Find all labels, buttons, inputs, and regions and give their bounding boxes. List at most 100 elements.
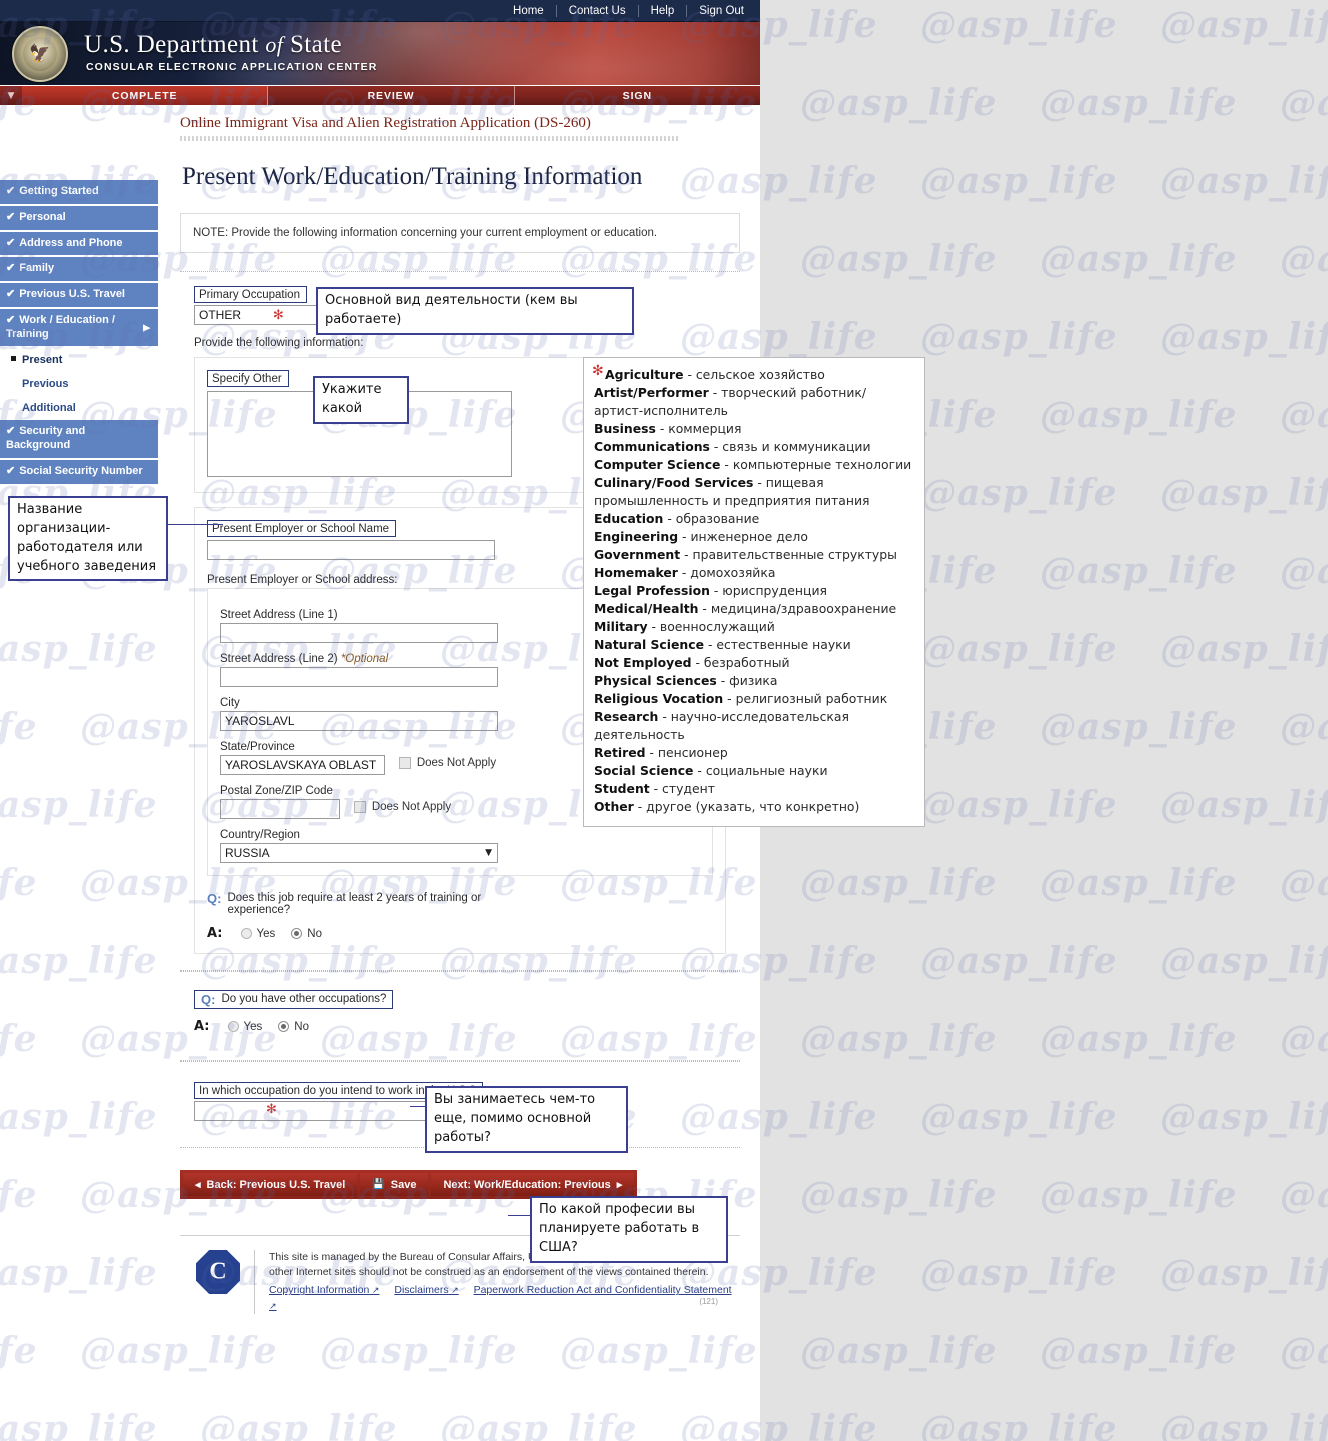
employer-name-input[interactable] xyxy=(207,540,495,560)
step-review[interactable]: REVIEW xyxy=(268,86,515,105)
legend-item: Artist/Performer - творческий работник/а… xyxy=(594,384,914,420)
other-occ-radio-yes[interactable]: Yes xyxy=(227,1021,262,1033)
legend-term: Religious Vocation xyxy=(594,690,724,706)
link-copyright-information[interactable]: Copyright Information xyxy=(269,1284,379,1296)
city-input[interactable] xyxy=(220,711,498,731)
legend-translation: - медицина/здравоохранение xyxy=(702,600,897,616)
legend-term: Business xyxy=(594,420,656,436)
checkbox-icon[interactable] xyxy=(398,757,411,769)
document-title: Online Immigrant Visa and Alien Registra… xyxy=(180,115,591,131)
legend-item: Medical/Health - медицина/здравоохранени… xyxy=(594,600,914,618)
required-asterisk-icon: ✻ xyxy=(592,363,604,379)
right-arrow-icon: ▸ xyxy=(616,1179,623,1191)
legend-item: Agriculture - сельское хозяйство xyxy=(594,366,914,384)
street2-label: Street Address (Line 2) xyxy=(220,653,338,665)
radio-icon[interactable] xyxy=(227,1021,239,1032)
sidebar-item-social-security-number[interactable]: ✔ Social Security Number xyxy=(0,459,158,484)
sidebar-subitem-previous[interactable]: Previous xyxy=(0,372,158,397)
check-icon: ✔ xyxy=(6,210,16,223)
left-arrow-icon: ◂ xyxy=(195,1179,201,1191)
steps-collapse-icon[interactable]: ▼ xyxy=(0,86,22,105)
other-occ-radio-no[interactable]: No xyxy=(278,1021,309,1033)
link-contact-us[interactable]: Contact Us xyxy=(557,5,639,17)
banner-title-state: State xyxy=(289,31,342,58)
other-occupations-section: Q: Do you have other occupations? A: Yes… xyxy=(180,971,740,1061)
sidebar-item-address-and-phone[interactable]: ✔ Address and Phone xyxy=(0,231,158,256)
annotation-other-occupations: Вы занимаетесь чем-то еще, помимо основн… xyxy=(425,1086,628,1153)
legend-translation: - домохозяйка xyxy=(681,564,776,580)
sidebar-item-label: Work / Education / Training xyxy=(6,313,115,340)
postal-dna-label: Does Not Apply xyxy=(371,801,452,813)
legend-term: Culinary/Food Services xyxy=(594,474,754,490)
radio-icon[interactable] xyxy=(240,928,252,939)
link-sign-out[interactable]: Sign Out xyxy=(687,5,750,17)
next-button[interactable]: Next: Work/Education: Previous ▸ xyxy=(431,1173,635,1196)
legend-translation: - безработный xyxy=(695,654,790,670)
training-radio-no[interactable]: No xyxy=(291,928,322,940)
checkbox-icon[interactable] xyxy=(353,801,366,813)
legend-translation: - студент xyxy=(653,780,715,796)
state-does-not-apply[interactable]: Does Not Apply xyxy=(398,757,497,769)
check-icon: ✔ xyxy=(6,185,16,197)
annotation-specify-other: Укажите какой xyxy=(313,376,409,424)
radio-icon-selected[interactable] xyxy=(291,928,303,939)
form-navigation-buttons: ◂ Back: Previous U.S. Travel 💾 Save Next… xyxy=(180,1170,638,1199)
country-select[interactable]: RUSSIA xyxy=(220,843,498,863)
training-yes-label: Yes xyxy=(256,927,276,940)
country-select-wrap[interactable]: RUSSIA ▼ xyxy=(220,843,498,863)
sidebar-item-security-and-background[interactable]: ✔ Security and Background xyxy=(0,420,158,458)
state-dna-label: Does Not Apply xyxy=(416,757,497,769)
legend-term: Government xyxy=(594,546,681,562)
state-input[interactable] xyxy=(220,755,385,775)
legend-term: Medical/Health xyxy=(594,600,699,616)
street2-input[interactable] xyxy=(220,667,498,687)
save-button[interactable]: 💾 Save xyxy=(360,1173,429,1196)
check-icon: ✔ xyxy=(6,313,16,326)
sidebar-subitem-additional[interactable]: Additional xyxy=(0,396,158,421)
sidebar-item-previous-us-travel[interactable]: ✔ Previous U.S. Travel xyxy=(0,283,158,307)
legend-item: Business - коммерция xyxy=(594,420,914,438)
provide-following-info-text: Provide the following information: xyxy=(194,337,364,349)
street2-optional-tag: *Optional xyxy=(340,653,389,665)
training-radio-yes[interactable]: Yes xyxy=(240,927,276,940)
street1-input[interactable] xyxy=(220,623,498,643)
check-icon: ✔ xyxy=(6,236,16,249)
link-home[interactable]: Home xyxy=(501,5,557,17)
sidebar-subitem-present[interactable]: Present xyxy=(0,348,158,373)
page-title: Present Work/Education/Training Informat… xyxy=(182,163,643,190)
back-button[interactable]: ◂ Back: Previous U.S. Travel xyxy=(183,1173,358,1196)
sidebar-item-work-education-training[interactable]: ✔ Work / Education / Training ▶ xyxy=(0,308,158,347)
legend-term: Student xyxy=(594,780,650,796)
next-button-label: Next: Work/Education: Previous xyxy=(443,1178,611,1191)
step-complete[interactable]: COMPLETE xyxy=(22,86,269,105)
sidebar-item-label: Previous U.S. Travel xyxy=(19,288,125,300)
footer-code: (121) xyxy=(699,1296,718,1306)
department-of-state-seal-icon: 🦅 xyxy=(12,26,68,82)
sidebar-item-label: Address and Phone xyxy=(19,236,123,249)
legend-translation: - естественные науки xyxy=(707,636,851,652)
legend-term: Not Employed xyxy=(594,654,692,670)
seal-letter: C xyxy=(209,1258,227,1285)
legend-item: Retired - пенсионер xyxy=(594,744,914,762)
radio-icon-selected[interactable] xyxy=(278,1021,290,1032)
answer-prefix: A: xyxy=(194,1019,210,1034)
legend-item: Engineering - инженерное дело xyxy=(594,528,914,546)
legend-translation: - компьютерные технологии xyxy=(724,456,912,472)
sidebar-item-personal[interactable]: ✔ Personal xyxy=(0,205,158,230)
check-icon: ✔ xyxy=(6,262,16,275)
sidebar-item-family[interactable]: ✔ Family xyxy=(0,257,158,281)
legend-term: Natural Science xyxy=(594,636,704,652)
sidebar-item-getting-started[interactable]: ✔ Getting Started xyxy=(0,180,158,204)
link-disclaimers[interactable]: Disclaimers xyxy=(394,1284,458,1296)
sidebar-item-label: Family xyxy=(19,262,55,275)
postal-does-not-apply[interactable]: Does Not Apply xyxy=(353,801,452,813)
step-sign[interactable]: SIGN xyxy=(515,86,760,105)
postal-input[interactable] xyxy=(220,799,340,819)
link-help[interactable]: Help xyxy=(639,5,688,17)
legend-item: Other - другое (указать, что конкретно) xyxy=(594,798,914,816)
question-prefix: Q: xyxy=(201,992,216,1007)
annotation-intend-occupation-leader xyxy=(508,1215,532,1216)
legend-term: Communications xyxy=(594,438,710,454)
utility-links: Home Contact Us Help Sign Out xyxy=(501,0,750,22)
legend-item: Research - научно-исследовательская деят… xyxy=(594,708,914,744)
